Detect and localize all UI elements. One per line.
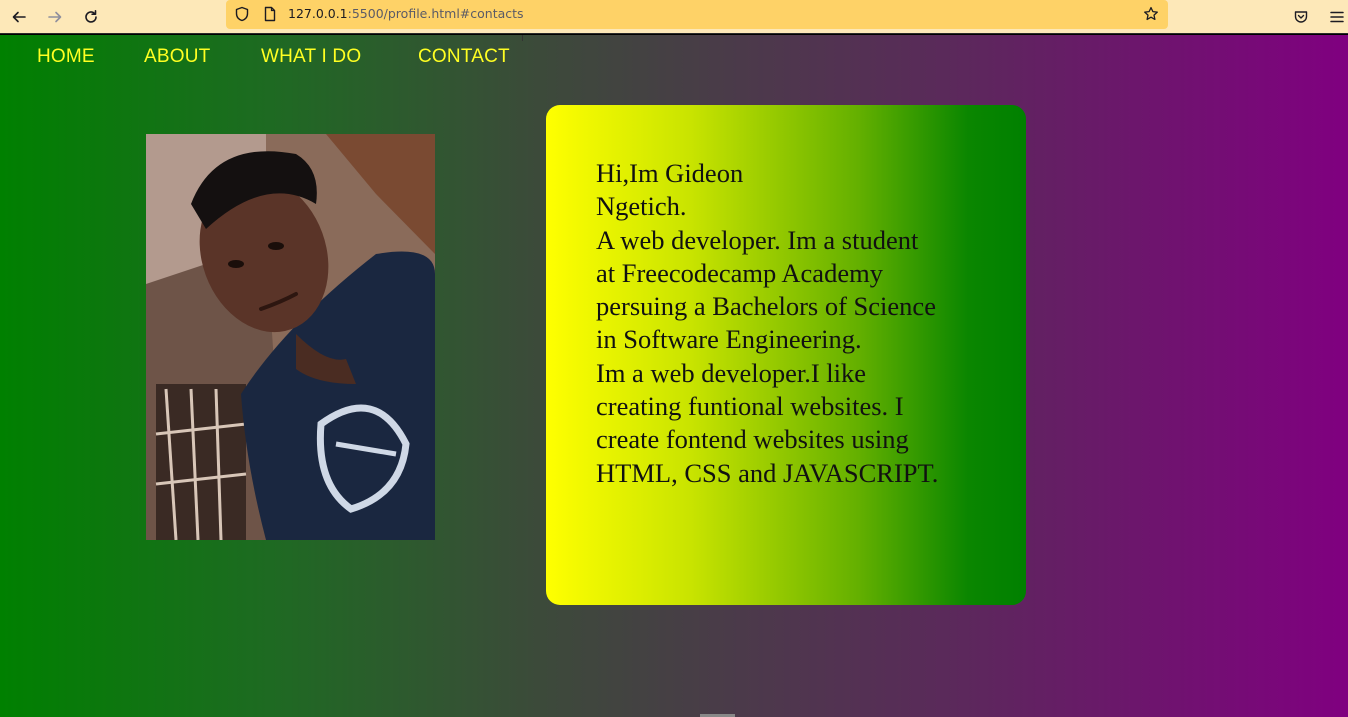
intro-line: Hi,Im Gideon [596,158,744,188]
nav-home-link[interactable]: HOME [37,46,95,68]
back-button[interactable] [6,4,32,30]
intro-line: Im a web developer.I like [596,357,867,388]
page-icon[interactable] [262,6,278,22]
intro-line: HTML, CSS and JAVASCRIPT. [596,457,939,488]
star-icon[interactable] [1143,6,1159,22]
intro-line: in Software Engineering. [596,324,862,355]
reload-button[interactable] [78,4,104,30]
arrow-left-icon [12,11,26,23]
intro-line: create fontend websites using [596,424,909,455]
intro-line: A web developer. Im a student [596,224,919,255]
top-navigation: HOME ABOUT WHAT I DO CONTACT [0,35,530,79]
nav-what-i-do-link[interactable]: WHAT I DO [261,46,361,68]
pocket-icon [1294,11,1308,23]
reload-icon [85,10,97,23]
intro-card: Hi,Im Gideon Ngetich. A web developer. I… [546,105,1026,605]
browser-toolbar: 127.0.0.1:5500/profile.html#contacts [0,0,1348,34]
intro-line: Ngetich. [596,191,687,222]
nav-contact-link[interactable]: CONTACT [418,46,510,68]
forward-button[interactable] [42,4,68,30]
page-body: HOME ABOUT WHAT I DO CONTACT Hi,Im Gideo… [0,35,1348,717]
url-host: 127.0.0.1 [288,6,348,21]
intro-line: at Freecodecamp Academy [596,257,883,288]
hamburger-menu-icon [1330,11,1344,23]
arrow-right-icon [48,11,62,23]
menu-button[interactable] [1324,4,1348,30]
address-bar[interactable]: 127.0.0.1:5500/profile.html#contacts [226,0,1168,29]
profile-photo [146,134,435,540]
nav-divider [522,35,523,41]
pocket-button[interactable] [1288,4,1314,30]
nav-about-link[interactable]: ABOUT [144,46,210,68]
intro-line: creating funtional websites. I [596,391,904,422]
intro-text: Hi,Im Gideon Ngetich. A web developer. I… [596,157,986,490]
url-text[interactable]: 127.0.0.1:5500/profile.html#contacts [288,6,524,21]
intro-line: persuing a Bachelors of Science [596,291,936,322]
shield-icon[interactable] [234,6,250,22]
url-path: :5500/profile.html#contacts [347,6,524,21]
